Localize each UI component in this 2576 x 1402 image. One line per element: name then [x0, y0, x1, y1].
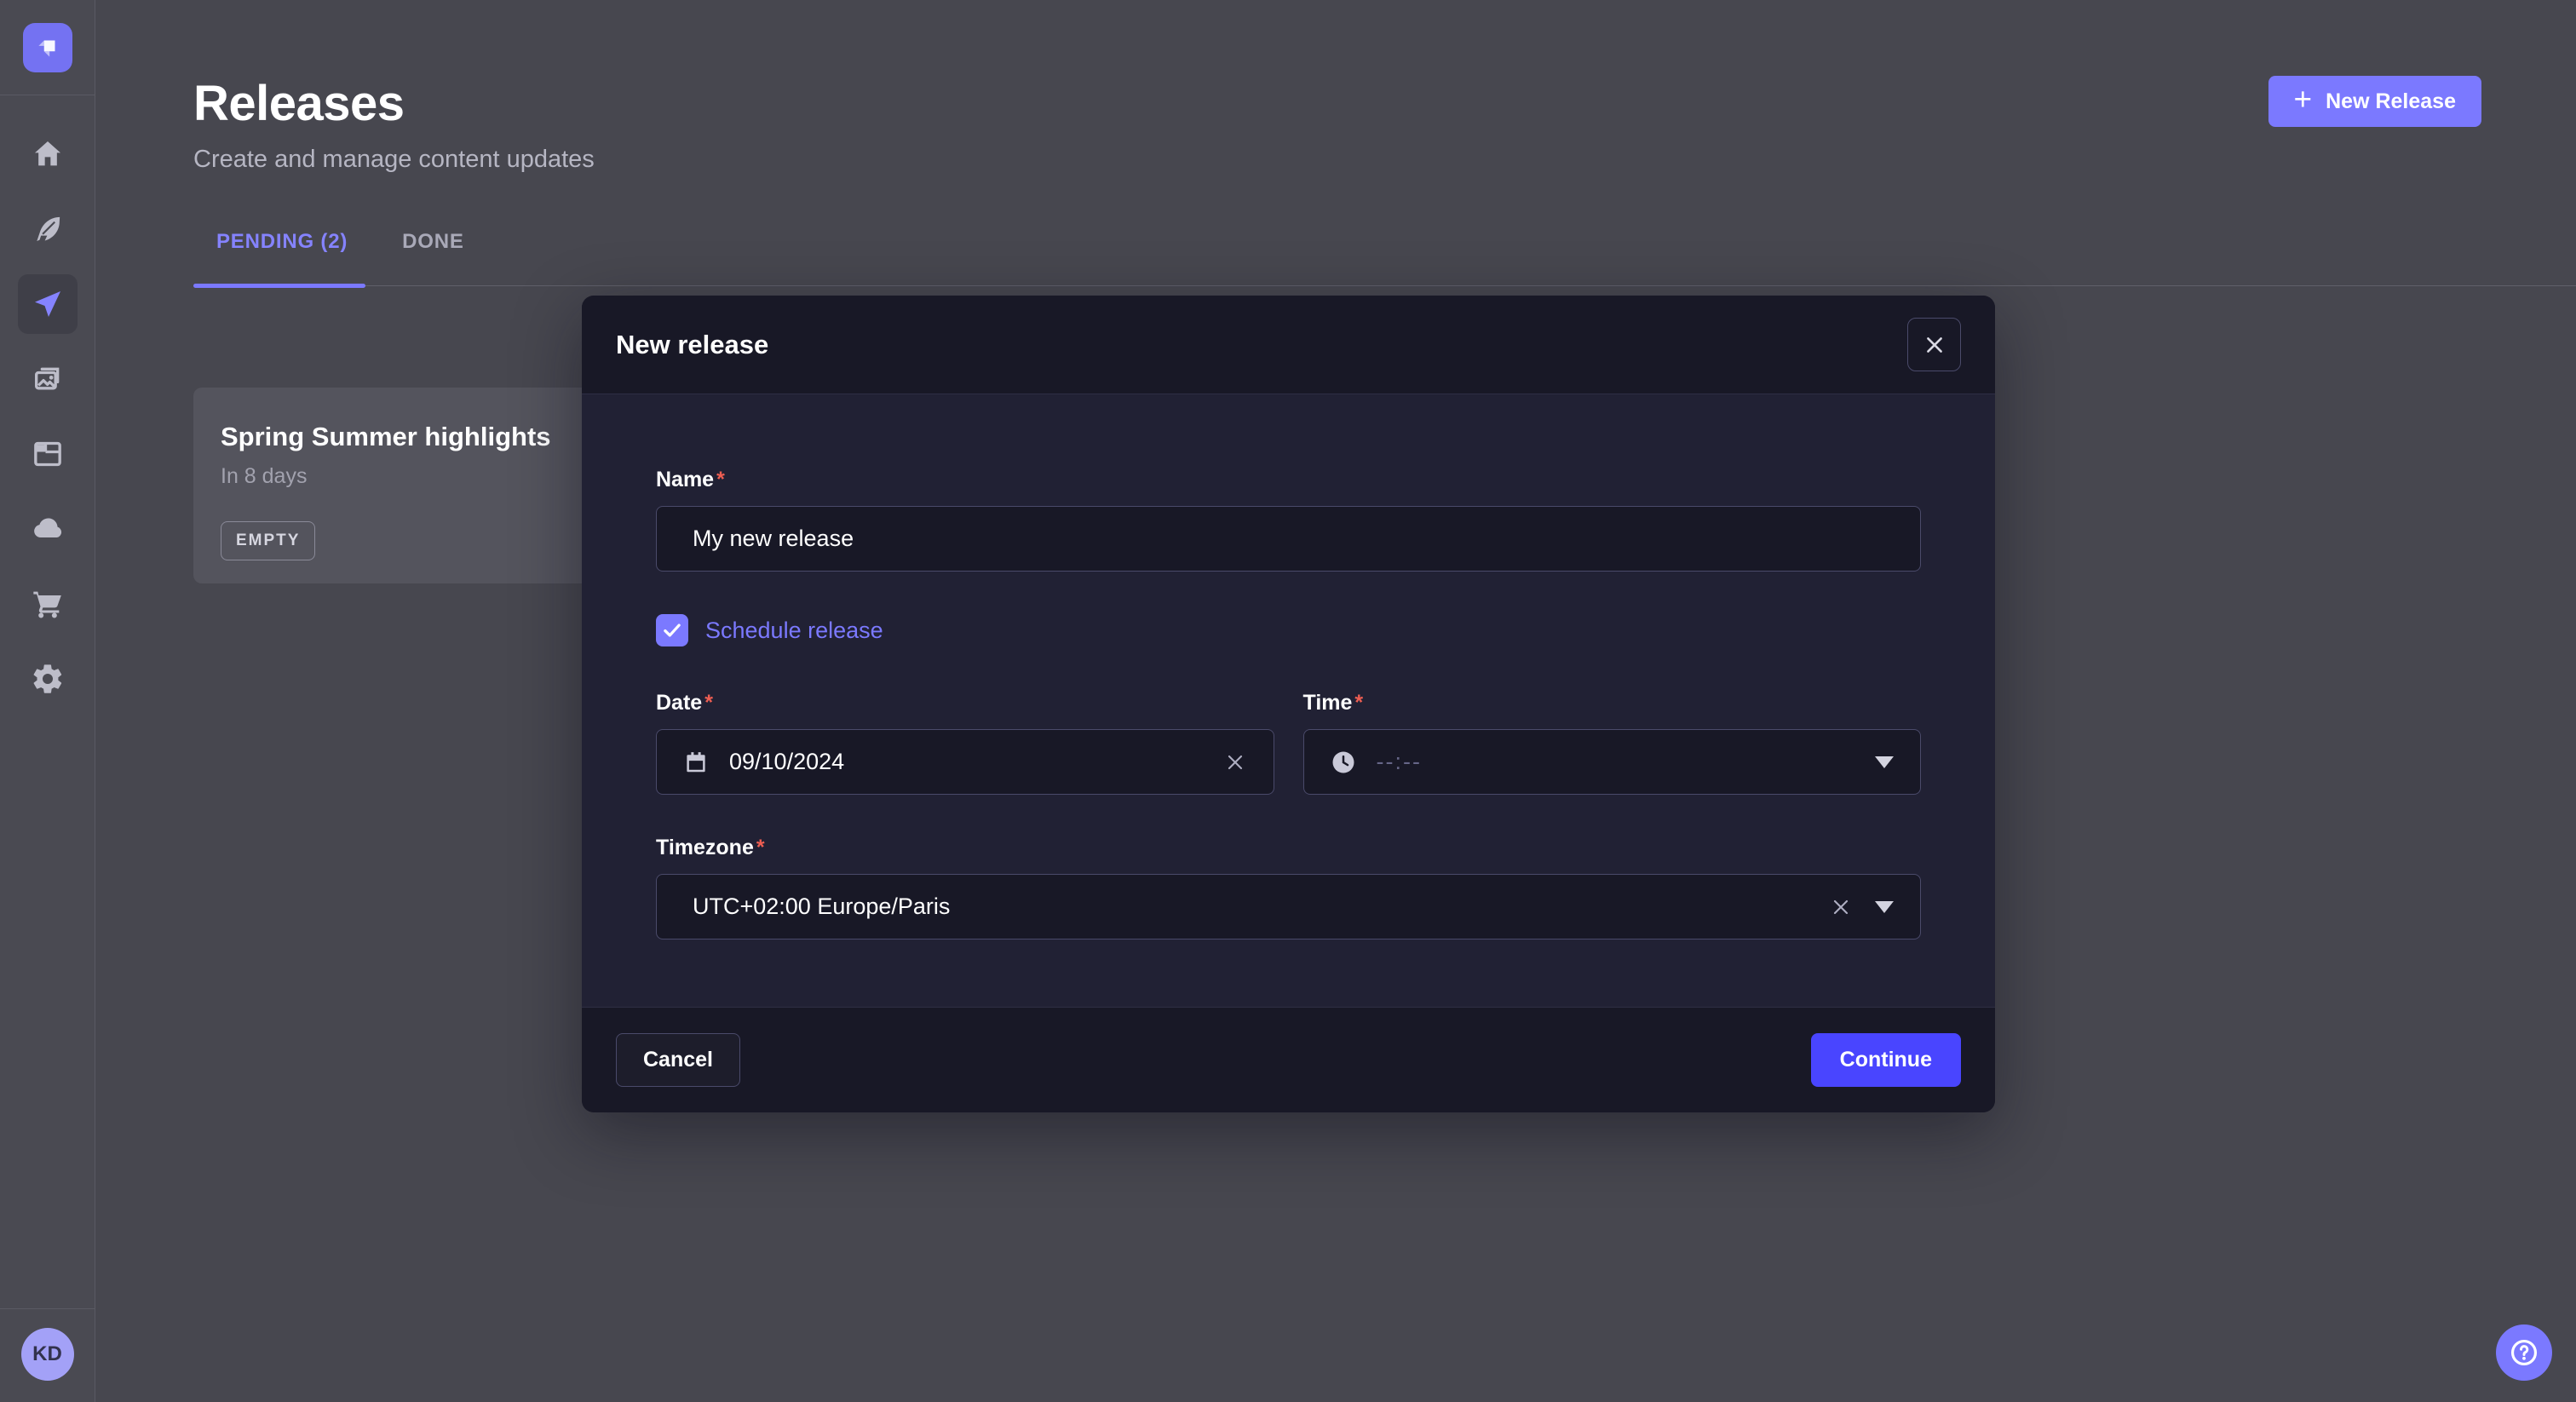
tabs-row: PENDING (2) DONE [193, 230, 2576, 286]
schedule-release-toggle[interactable]: Schedule release [656, 614, 1921, 646]
layout-icon [31, 437, 65, 471]
timezone-clear-button[interactable] [1829, 895, 1853, 919]
name-field-label: Name* [656, 468, 1921, 492]
sidebar-item-settings[interactable] [18, 649, 78, 709]
name-input[interactable] [656, 506, 1921, 572]
help-button[interactable] [2496, 1324, 2552, 1381]
name-label-text: Name [656, 468, 714, 491]
page-header: Releases Create and manage content updat… [96, 0, 2576, 174]
time-field-label: Time* [1303, 691, 1922, 715]
sidebar-item-content-builder[interactable] [18, 199, 78, 259]
home-icon [31, 137, 65, 171]
time-placeholder: --:-- [1377, 749, 1422, 775]
date-label-text: Date [656, 691, 702, 715]
active-tab-underline [193, 284, 365, 288]
time-field: Time* --:-- [1303, 691, 1922, 795]
modal-header: New release [582, 296, 1995, 394]
page-title: Releases [193, 75, 595, 132]
new-release-button-label: New Release [2326, 89, 2456, 114]
help-icon [2508, 1336, 2540, 1369]
date-clear-button[interactable] [1223, 750, 1247, 774]
modal-body: Name* Schedule release Date* [582, 394, 1995, 1007]
release-status-badge: EMPTY [221, 521, 315, 560]
timezone-field: Timezone* UTC+02:00 Europe/Paris [656, 836, 1921, 939]
app-logo-button[interactable] [0, 0, 95, 95]
sidebar-item-cloud[interactable] [18, 499, 78, 559]
sidebar: KD [0, 0, 95, 1402]
timezone-input[interactable]: UTC+02:00 Europe/Paris [656, 874, 1921, 939]
sidebar-item-marketplace[interactable] [18, 574, 78, 634]
new-release-modal: New release Name* Schedule release Date* [582, 296, 1995, 1112]
images-icon [31, 362, 65, 396]
schedule-checkbox-label: Schedule release [705, 618, 883, 644]
continue-button[interactable]: Continue [1811, 1033, 1961, 1087]
clear-icon [1223, 750, 1247, 774]
date-field-label: Date* [656, 691, 1274, 715]
tab-pending[interactable]: PENDING (2) [193, 230, 371, 286]
cloud-icon [31, 512, 65, 546]
sidebar-item-releases[interactable] [18, 274, 78, 334]
new-release-button[interactable]: + New Release [2268, 76, 2481, 127]
required-asterisk: * [756, 836, 765, 859]
cancel-button[interactable]: Cancel [616, 1033, 740, 1087]
sidebar-item-media-library[interactable] [18, 349, 78, 409]
gear-icon [31, 662, 65, 696]
clock-icon [1331, 750, 1356, 775]
cart-icon [31, 587, 65, 621]
time-caret-icon[interactable] [1875, 756, 1894, 768]
calendar-icon [683, 750, 709, 775]
required-asterisk: * [704, 691, 713, 715]
tabs-divider [193, 285, 2576, 286]
date-input[interactable]: 09/10/2024 [656, 729, 1274, 795]
modal-title: New release [616, 330, 768, 360]
timezone-caret-icon[interactable] [1875, 901, 1894, 913]
user-avatar[interactable]: KD [21, 1328, 74, 1381]
check-icon [661, 619, 683, 641]
close-icon [1923, 334, 1946, 356]
time-label-text: Time [1303, 691, 1353, 715]
time-input[interactable]: --:-- [1303, 729, 1922, 795]
feather-icon [31, 212, 65, 246]
modal-close-button[interactable] [1907, 318, 1961, 371]
timezone-field-label: Timezone* [656, 836, 1921, 860]
strapi-logo-icon [23, 23, 72, 72]
sidebar-footer: KD [0, 1308, 95, 1402]
send-icon [31, 287, 65, 321]
sidebar-nav [18, 124, 78, 1308]
date-field: Date* 09/10/2024 [656, 691, 1274, 795]
tab-done[interactable]: DONE [379, 230, 487, 286]
sidebar-item-home[interactable] [18, 124, 78, 184]
timezone-label-text: Timezone [656, 836, 754, 859]
sidebar-item-content-manager[interactable] [18, 424, 78, 484]
schedule-checkbox[interactable] [656, 614, 688, 646]
required-asterisk: * [716, 468, 725, 491]
required-asterisk: * [1354, 691, 1363, 715]
clear-icon [1829, 895, 1853, 919]
timezone-value: UTC+02:00 Europe/Paris [693, 893, 950, 920]
modal-footer: Cancel Continue [582, 1007, 1995, 1112]
date-value: 09/10/2024 [729, 749, 844, 775]
page-subtitle: Create and manage content updates [193, 146, 595, 174]
